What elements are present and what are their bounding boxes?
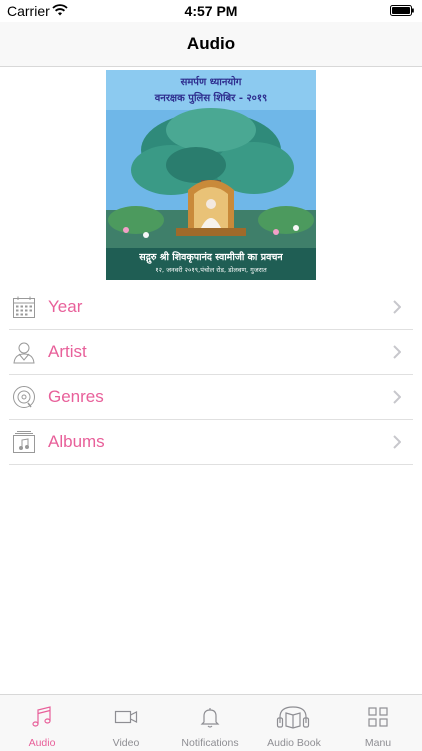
- chevron-right-icon: [393, 300, 401, 314]
- tab-video[interactable]: Video: [84, 695, 168, 751]
- headphones-book-icon: [276, 706, 310, 729]
- tab-audio[interactable]: Audio: [0, 695, 84, 751]
- banner-caption-line1: सद्गुरु श्री शिवकृपानंद स्वामीजी का प्रव…: [139, 252, 283, 263]
- banner-title-line2: वनरक्षक पुलिस शिबिर - २०१९: [154, 93, 268, 104]
- bell-icon: [200, 708, 220, 728]
- chevron-right-icon: [393, 435, 401, 449]
- list-item-artist[interactable]: Artist: [9, 330, 413, 375]
- disc-icon: [13, 386, 35, 408]
- tab-manu[interactable]: Manu: [336, 695, 420, 751]
- album-artwork[interactable]: समर्पण ध्यानयोग वनरक्षक पुलिस शिबिर - २०…: [106, 70, 316, 280]
- tab-label: Audio Book: [267, 737, 321, 749]
- chevron-right-icon: [393, 390, 401, 404]
- tab-label: Audio: [28, 737, 56, 749]
- list-item-label: Artist: [48, 342, 87, 361]
- status-bar: Carrier 4:57 PM: [0, 0, 422, 22]
- tab-notifications[interactable]: Notifications: [168, 695, 252, 751]
- list-item-label: Year: [48, 297, 83, 316]
- list-item-label: Albums: [48, 432, 105, 451]
- clock: 4:57 PM: [184, 3, 238, 19]
- chevron-right-icon: [393, 345, 401, 359]
- list-item-genres[interactable]: Genres: [9, 375, 413, 420]
- category-list: Year Artist Genres Albums: [0, 285, 422, 465]
- battery-icon: [390, 5, 414, 16]
- tab-bar: Audio Video Notifications Audio Book Man…: [0, 694, 422, 751]
- calendar-icon: [13, 296, 35, 318]
- tab-label: Notifications: [181, 737, 239, 749]
- tab-label: Manu: [364, 737, 392, 749]
- album-icon: [13, 431, 35, 453]
- banner-title-line1: समर्पण ध्यानयोग: [180, 77, 242, 88]
- video-camera-icon: [114, 710, 138, 724]
- tab-audio-book[interactable]: Audio Book: [252, 695, 336, 751]
- navigation-bar: Audio: [0, 22, 422, 67]
- tab-label: Video: [112, 737, 140, 749]
- page-title: Audio: [186, 34, 236, 53]
- music-note-icon: [32, 706, 51, 727]
- artist-icon: [13, 342, 35, 364]
- banner-caption-strip: सद्गुरु श्री शिवकृपानंद स्वामीजी का प्रव…: [106, 248, 316, 280]
- list-item-year[interactable]: Year: [9, 285, 413, 330]
- list-item-label: Genres: [48, 387, 104, 406]
- grid-icon: [368, 707, 388, 727]
- banner-caption-line2: १२, जनवरी २०१९,पंचोल रोड, डोलवण, गुजरात: [155, 266, 267, 274]
- list-item-albums[interactable]: Albums: [9, 420, 413, 465]
